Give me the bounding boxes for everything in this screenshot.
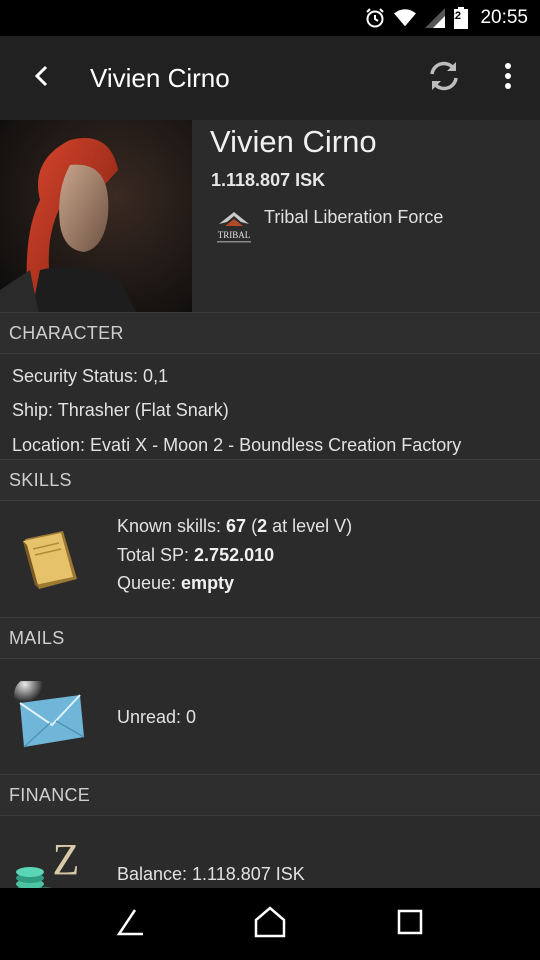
mails-section[interactable]: Unread: 0	[0, 660, 540, 774]
character-name: Vivien Cirno	[210, 124, 377, 159]
skill-queue: Queue: empty	[117, 573, 235, 593]
signal-icon	[424, 7, 446, 29]
known-skills-count: 67	[226, 516, 247, 536]
system-nav-bar	[0, 888, 540, 960]
section-header-mails: MAILS	[0, 617, 540, 659]
svg-text:Z: Z	[53, 835, 80, 884]
character-header: Vivien Cirno 1.118.807 ISK TRIBAL Tribal…	[0, 120, 540, 312]
character-info-section[interactable]: Security Status: 0,1 Ship: Thrasher (Fla…	[0, 355, 540, 459]
back-arrow-icon	[30, 64, 54, 93]
alarm-icon	[364, 7, 386, 29]
battery-level: 22	[448, 10, 461, 22]
refresh-button[interactable]	[412, 36, 476, 120]
overflow-menu-button[interactable]	[476, 36, 540, 120]
corporation-name: Tribal Liberation Force	[264, 207, 444, 227]
total-sp: Total SP: 2.752.010	[117, 545, 275, 565]
skills-section[interactable]: Known skills: 67 (2 at level V) Total SP…	[0, 502, 540, 618]
clock: 20:55	[480, 7, 528, 28]
isk-coins-icon: Z	[10, 827, 90, 888]
location-info: Location: Evati X - Moon 2 - Boundless C…	[12, 435, 462, 455]
level-v-count: 2	[257, 516, 268, 536]
wifi-icon	[394, 7, 417, 29]
svg-text:TRIBAL: TRIBAL	[218, 230, 251, 240]
character-portrait	[0, 120, 192, 312]
back-button[interactable]	[0, 36, 84, 120]
unread-mails: Unread: 0	[117, 707, 197, 727]
section-header-finance: FINANCE	[0, 774, 540, 816]
finance-section[interactable]: Z Balance: 1.118.807 ISK	[0, 817, 540, 888]
security-status: Security Status: 0,1	[12, 366, 169, 386]
balance: Balance: 1.118.807 ISK	[117, 864, 305, 884]
overflow-menu-icon	[504, 62, 512, 95]
nav-recents-button[interactable]	[380, 894, 440, 954]
section-header-character: CHARACTER	[0, 312, 540, 354]
character-isk: 1.118.807 ISK	[211, 170, 326, 190]
mail-envelope-icon	[10, 676, 90, 756]
page-title: Vivien Cirno	[90, 62, 230, 93]
section-header-skills: SKILLS	[0, 459, 540, 501]
recents-nav-icon	[397, 909, 423, 940]
total-sp-value: 2.752.010	[194, 545, 275, 565]
refresh-icon	[426, 58, 462, 99]
known-skills: Known skills: 67 (2 at level V)	[117, 516, 353, 536]
home-nav-icon	[254, 905, 286, 943]
status-bar: 22 20:55	[0, 0, 540, 36]
nav-back-button[interactable]	[100, 894, 160, 954]
skill-queue-value: empty	[181, 573, 235, 593]
nav-home-button[interactable]	[240, 894, 300, 954]
skillbook-icon	[10, 520, 90, 600]
corporation-logo: TRIBAL	[211, 208, 257, 246]
back-nav-icon	[115, 908, 145, 941]
ship-info: Ship: Thrasher (Flat Snark)	[12, 400, 229, 420]
app-toolbar: Vivien Cirno	[0, 36, 540, 120]
